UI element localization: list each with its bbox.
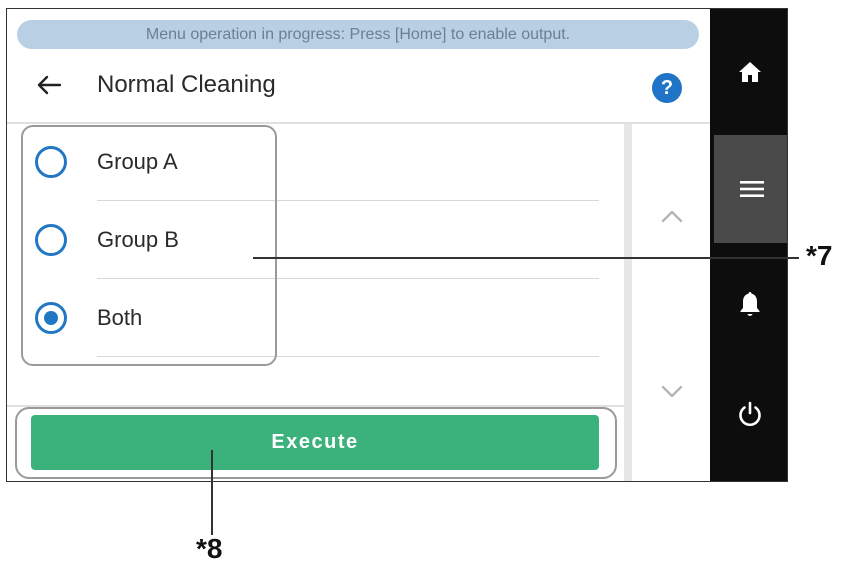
option-label: Both (97, 305, 143, 330)
option-group-a[interactable]: Group A (7, 123, 607, 201)
option-label: Group B (97, 227, 179, 252)
callout-line-8 (211, 450, 213, 535)
power-icon (738, 401, 761, 426)
callout-label-8: *8 (196, 533, 223, 564)
radio-group-b[interactable] (35, 224, 67, 256)
chevron-down-icon (661, 385, 683, 398)
side-rail (710, 9, 787, 481)
scroll-down-button[interactable] (647, 367, 697, 417)
menu-button[interactable] (714, 135, 787, 243)
footer-divider (7, 405, 624, 407)
scroll-up-button[interactable] (647, 191, 697, 241)
option-label: Group A (97, 149, 178, 174)
execute-button[interactable]: Execute (31, 415, 599, 470)
callout-label-7: *7 (806, 240, 833, 271)
home-button[interactable] (710, 27, 787, 117)
bell-icon (740, 292, 759, 316)
scrollbar-track[interactable] (624, 124, 632, 481)
arrow-left-icon (37, 75, 62, 95)
radio-group-a[interactable] (35, 146, 67, 178)
option-both[interactable]: Both (7, 279, 607, 357)
menu-icon (739, 181, 764, 197)
back-button[interactable] (29, 65, 69, 105)
home-icon (738, 62, 761, 82)
option-group-b[interactable]: Group B (7, 201, 607, 279)
chevron-up-icon (661, 210, 683, 223)
help-button[interactable]: ? (652, 73, 682, 103)
notifications-button[interactable] (710, 259, 787, 349)
page-title: Normal Cleaning (97, 71, 276, 98)
divider (97, 356, 599, 357)
radio-both[interactable] (35, 302, 67, 334)
callout-line-7 (253, 257, 799, 259)
status-banner: Menu operation in progress: Press [Home]… (17, 20, 699, 49)
device-screen: Menu operation in progress: Press [Home]… (6, 8, 788, 482)
power-button[interactable] (710, 369, 787, 459)
